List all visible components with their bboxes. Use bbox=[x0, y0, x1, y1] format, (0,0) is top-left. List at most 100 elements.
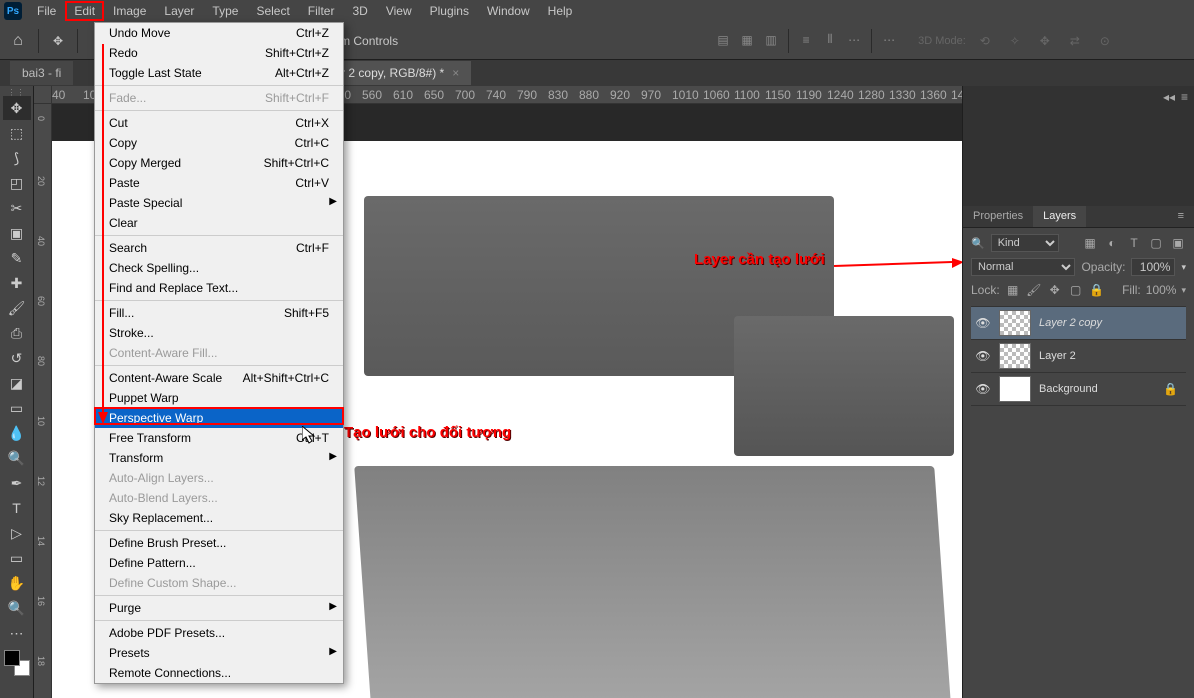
layer-name[interactable]: Layer 2 bbox=[1039, 350, 1076, 362]
menu-item-clear[interactable]: Clear bbox=[95, 213, 343, 233]
path-select-tool[interactable]: ▷ bbox=[3, 521, 31, 545]
layer-thumbnail[interactable] bbox=[999, 343, 1031, 369]
eyedropper-tool[interactable]: ✎ bbox=[3, 246, 31, 270]
menu-item-cut[interactable]: CutCtrl+X bbox=[95, 113, 343, 133]
lasso-tool[interactable]: ⟆ bbox=[3, 146, 31, 170]
show-transform-controls[interactable]: m Controls bbox=[334, 30, 404, 52]
menu-3d[interactable]: 3D bbox=[343, 1, 376, 21]
ruler-origin[interactable] bbox=[34, 86, 52, 104]
zoom-tool[interactable]: 🔍 bbox=[3, 596, 31, 620]
layer-row[interactable]: 👁 Background 🔒 bbox=[971, 373, 1186, 406]
hand-tool[interactable]: ✋ bbox=[3, 571, 31, 595]
distribute-h-icon[interactable]: ⋯ bbox=[843, 29, 865, 51]
3d-slide-icon[interactable]: ⇄ bbox=[1064, 30, 1086, 52]
lock-artboard-icon[interactable]: ▢ bbox=[1068, 282, 1084, 298]
menu-item-paste-special[interactable]: Paste Special▶ bbox=[95, 193, 343, 213]
dodge-tool[interactable]: 🔍 bbox=[3, 446, 31, 470]
distribute-v-icon[interactable]: ⫴ bbox=[819, 29, 841, 51]
align-left-icon[interactable]: ▤ bbox=[712, 29, 734, 51]
filter-adjust-icon[interactable]: ◐ bbox=[1104, 235, 1120, 251]
menu-item-sky-replacement[interactable]: Sky Replacement... bbox=[95, 508, 343, 528]
menu-filter[interactable]: Filter bbox=[299, 1, 344, 21]
menu-item-purge[interactable]: Purge▶ bbox=[95, 598, 343, 618]
blend-mode-select[interactable]: Normal bbox=[971, 258, 1075, 276]
lock-transparency-icon[interactable]: ▦ bbox=[1005, 282, 1021, 298]
shape-tool[interactable]: ▭ bbox=[3, 546, 31, 570]
distribute-icon[interactable]: ≡ bbox=[795, 29, 817, 51]
collapse-panels-icon[interactable]: ◂◂ bbox=[1163, 90, 1175, 104]
menu-item-presets[interactable]: Presets▶ bbox=[95, 643, 343, 663]
align-right-icon[interactable]: ▥ bbox=[760, 29, 782, 51]
foreground-color[interactable] bbox=[4, 650, 20, 666]
pen-tool[interactable]: ✒ bbox=[3, 471, 31, 495]
menu-item-remote-connections[interactable]: Remote Connections... bbox=[95, 663, 343, 683]
menu-item-toggle-last-state[interactable]: Toggle Last StateAlt+Ctrl+Z bbox=[95, 63, 343, 83]
history-brush-tool[interactable]: ↺ bbox=[3, 346, 31, 370]
layer-lock-icon[interactable]: 🔒 bbox=[1163, 382, 1178, 396]
layer-thumbnail[interactable] bbox=[999, 376, 1031, 402]
frame-tool[interactable]: ▣ bbox=[3, 221, 31, 245]
home-icon[interactable]: ⌂ bbox=[6, 29, 30, 53]
blur-tool[interactable]: 💧 bbox=[3, 421, 31, 445]
toolbox-grip[interactable]: ⋮⋮ bbox=[8, 88, 26, 96]
menu-item-adobe-pdf-presets[interactable]: Adobe PDF Presets... bbox=[95, 623, 343, 643]
more-icon[interactable]: ⋯ bbox=[878, 29, 900, 51]
menu-item-copy-merged[interactable]: Copy MergedShift+Ctrl+C bbox=[95, 153, 343, 173]
lock-pixels-icon[interactable]: 🖌 bbox=[1026, 282, 1042, 298]
menu-layer[interactable]: Layer bbox=[155, 1, 203, 21]
lock-position-icon[interactable]: ✥ bbox=[1047, 282, 1063, 298]
panel-menu-icon[interactable]: ≡ bbox=[1181, 90, 1188, 104]
menu-item-stroke[interactable]: Stroke... bbox=[95, 323, 343, 343]
crop-tool[interactable]: ✂ bbox=[3, 196, 31, 220]
layer-visibility-icon[interactable]: 👁 bbox=[975, 382, 991, 396]
fill-value[interactable]: 100% bbox=[1146, 283, 1177, 297]
menu-window[interactable]: Window bbox=[478, 1, 539, 21]
align-center-icon[interactable]: ▦ bbox=[736, 29, 758, 51]
menu-item-find-and-replace-text[interactable]: Find and Replace Text... bbox=[95, 278, 343, 298]
gradient-tool[interactable]: ▭ bbox=[3, 396, 31, 420]
menu-select[interactable]: Select bbox=[247, 1, 298, 21]
move-tool-indicator[interactable]: ✥ bbox=[47, 30, 69, 52]
opacity-dropdown-icon[interactable]: ▾ bbox=[1181, 262, 1186, 273]
panel-menu-icon[interactable]: ≡ bbox=[1168, 206, 1194, 227]
menu-plugins[interactable]: Plugins bbox=[421, 1, 478, 21]
menu-item-paste[interactable]: PasteCtrl+V bbox=[95, 173, 343, 193]
healing-tool[interactable]: ✚ bbox=[3, 271, 31, 295]
close-tab-icon[interactable]: × bbox=[452, 66, 459, 80]
menu-item-check-spelling[interactable]: Check Spelling... bbox=[95, 258, 343, 278]
menu-file[interactable]: File bbox=[28, 1, 65, 21]
menu-view[interactable]: View bbox=[377, 1, 421, 21]
layer-filter-kind[interactable]: Kind bbox=[991, 234, 1059, 252]
opacity-value[interactable]: 100% bbox=[1131, 258, 1175, 276]
ruler-vertical[interactable]: 0204060801012141618 bbox=[34, 104, 52, 698]
menu-item-define-brush-preset[interactable]: Define Brush Preset... bbox=[95, 533, 343, 553]
layer-visibility-icon[interactable]: 👁 bbox=[975, 349, 991, 363]
layer-name[interactable]: Background bbox=[1039, 383, 1098, 395]
marquee-tool[interactable]: ⬚ bbox=[3, 121, 31, 145]
filter-smart-icon[interactable]: ▣ bbox=[1170, 235, 1186, 251]
document-tab-partial[interactable]: bai3 - fi bbox=[10, 61, 73, 85]
layer-name[interactable]: Layer 2 copy bbox=[1039, 317, 1102, 329]
object-select-tool[interactable]: ◰ bbox=[3, 171, 31, 195]
tab-layers[interactable]: Layers bbox=[1033, 206, 1086, 227]
filter-pixel-icon[interactable]: ▦ bbox=[1082, 235, 1098, 251]
menu-item-puppet-warp[interactable]: Puppet Warp bbox=[95, 388, 343, 408]
3d-orbit-icon[interactable]: ⟲ bbox=[974, 30, 996, 52]
layer-thumbnail[interactable] bbox=[999, 310, 1031, 336]
fill-dropdown-icon[interactable]: ▾ bbox=[1181, 285, 1186, 296]
lock-all-icon[interactable]: 🔒 bbox=[1089, 282, 1105, 298]
filter-shape-icon[interactable]: ▢ bbox=[1148, 235, 1164, 251]
menu-item-undo-move[interactable]: Undo MoveCtrl+Z bbox=[95, 23, 343, 43]
menu-item-copy[interactable]: CopyCtrl+C bbox=[95, 133, 343, 153]
3d-zoom-icon[interactable]: ⊙ bbox=[1094, 30, 1116, 52]
menu-item-fill[interactable]: Fill...Shift+F5 bbox=[95, 303, 343, 323]
menu-item-search[interactable]: SearchCtrl+F bbox=[95, 238, 343, 258]
layer-row[interactable]: 👁 Layer 2 bbox=[971, 340, 1186, 373]
layer-visibility-icon[interactable]: 👁 bbox=[975, 316, 991, 330]
menu-edit[interactable]: Edit bbox=[65, 1, 104, 21]
3d-roll-icon[interactable]: ✧ bbox=[1004, 30, 1026, 52]
color-swatches[interactable] bbox=[4, 650, 30, 676]
move-tool[interactable]: ✥ bbox=[3, 96, 31, 120]
filter-type-icon[interactable]: T bbox=[1126, 235, 1142, 251]
layer-row[interactable]: 👁 Layer 2 copy bbox=[971, 307, 1186, 340]
